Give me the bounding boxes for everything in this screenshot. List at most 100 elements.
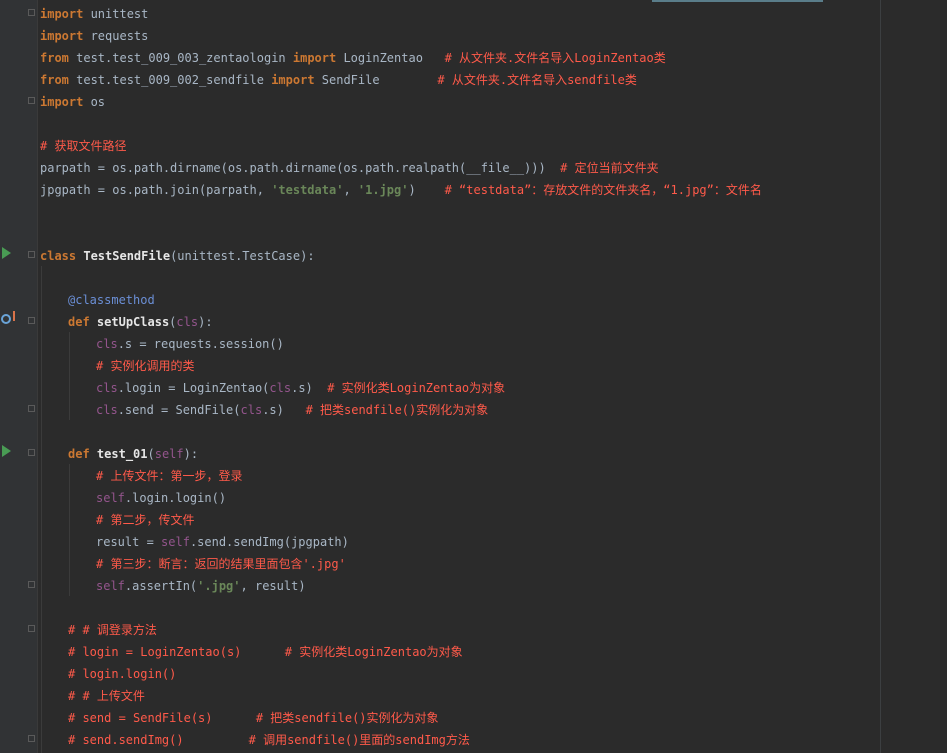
code-line-23[interactable]: self.login.login(): [96, 487, 226, 509]
token: ,: [343, 183, 358, 197]
comment: # 把类sendfile()实例化为对象: [305, 403, 489, 417]
token: , result): [240, 579, 306, 593]
token: .login.login(): [124, 491, 227, 505]
fold-class-icon[interactable]: [28, 251, 35, 258]
token: jpgpath = os.path.join(parpath,: [40, 183, 272, 197]
function-name: test_01: [96, 447, 148, 461]
token: import: [40, 7, 84, 21]
token: self: [96, 579, 125, 593]
code-line-8[interactable]: parpath = os.path.dirname(os.path.dirnam…: [40, 157, 659, 179]
code-line-12[interactable]: class TestSendFile(unittest.TestCase):: [40, 245, 315, 267]
token: .login = LoginZentao(: [117, 381, 270, 395]
decorator: @classmethod: [68, 293, 155, 307]
fold-comment-end-icon[interactable]: [28, 735, 35, 742]
token: .s = requests.session(): [117, 337, 284, 351]
token: SendFile: [314, 73, 438, 87]
code-line-33[interactable]: # send = SendFile(s) # 把类sendfile()实例化为对…: [68, 707, 439, 729]
token: cls: [96, 337, 118, 351]
token: .send.sendImg(jpgpath): [189, 535, 349, 549]
code-line-31[interactable]: # login.login(): [68, 663, 176, 685]
fold-setupclass-icon[interactable]: [28, 317, 35, 324]
token: ):: [183, 447, 199, 461]
token: .assertIn(: [124, 579, 198, 593]
code-line-29[interactable]: # # 调登录方法: [68, 619, 157, 641]
code-line-26[interactable]: # 第三步：断言：返回的结果里面包含'.jpg': [96, 553, 346, 575]
override-method-icon[interactable]: [1, 314, 11, 324]
token: (: [147, 447, 155, 461]
fold-comment-icon[interactable]: [28, 625, 35, 632]
code-line-3[interactable]: from test.test_009_003_zentaologin impor…: [40, 47, 666, 69]
code-line-34[interactable]: # send.sendImg() # 调用sendfile()里面的sendIm…: [68, 729, 470, 751]
code-line-9[interactable]: jpgpath = os.path.join(parpath, 'testdat…: [40, 179, 762, 201]
string: '.jpg': [197, 579, 241, 593]
code-line-30[interactable]: # login = LoginZentao(s) # 实例化类LoginZent…: [68, 641, 463, 663]
code-line-22[interactable]: # 上传文件：第一步，登录: [96, 465, 242, 487]
comment: # login.login(): [68, 667, 177, 681]
comment: # 上传文件：第一步，登录: [96, 469, 243, 483]
code-line-14[interactable]: @classmethod: [68, 289, 155, 311]
gutter-divider: [37, 0, 38, 753]
override-arrow-icon: [13, 311, 15, 321]
code-line-32[interactable]: # # 上传文件: [68, 685, 145, 707]
indent-guide: [69, 332, 70, 420]
comment: # 实例化类LoginZentao为对象: [327, 381, 506, 395]
code-line-25[interactable]: result = self.send.sendImg(jpgpath): [96, 531, 349, 553]
token: unittest: [83, 7, 149, 21]
token: import: [40, 95, 84, 109]
class-name: TestSendFile: [83, 249, 171, 263]
code-line-17[interactable]: # 实例化调用的类: [96, 355, 194, 377]
token: result =: [96, 535, 162, 549]
token: test.test_009_003_zentaologin: [68, 51, 293, 65]
code-editor[interactable]: import unittest import requests from tes…: [0, 0, 947, 753]
token: self: [161, 535, 190, 549]
token: cls: [176, 315, 199, 329]
code-line-27[interactable]: self.assertIn('.jpg', result): [96, 575, 306, 597]
code-line-4[interactable]: from test.test_009_002_sendfile import S…: [40, 69, 637, 91]
token: .send = SendFile(: [117, 403, 241, 417]
code-line-24[interactable]: # 第二步，传文件: [96, 509, 194, 531]
code-line-7[interactable]: # 获取文件路径: [40, 135, 126, 157]
comment: # # 调登录方法: [68, 623, 157, 637]
run-test-icon[interactable]: [2, 445, 11, 457]
comment: # “testdata”：存放文件的文件夹名，“1.jpg”：文件名: [444, 183, 762, 197]
code-line-2[interactable]: import requests: [40, 25, 148, 47]
function-name: setUpClass: [96, 315, 170, 329]
code-line-16[interactable]: cls.s = requests.session(): [96, 333, 284, 355]
code-line-18[interactable]: cls.login = LoginZentao(cls.s) # 实例化类Log…: [96, 377, 505, 399]
indent-guide: [41, 266, 42, 753]
indent-guide: [69, 464, 70, 596]
token: (unittest.TestCase):: [170, 249, 315, 263]
token: ): [408, 183, 445, 197]
comment: # 从文件夹.文件名导入LoginZentao类: [444, 51, 666, 65]
code-line-15[interactable]: def setUpClass(cls):: [68, 311, 213, 333]
token: .s): [291, 381, 328, 395]
scroll-position-marker: [652, 0, 823, 2]
comment: # 获取文件路径: [40, 139, 127, 153]
run-class-icon[interactable]: [2, 247, 11, 259]
comment: # 第三步：断言：返回的结果里面包含'.jpg': [96, 557, 346, 571]
token: import: [271, 73, 315, 87]
token: import: [40, 29, 84, 43]
string: '1.jpg': [357, 183, 409, 197]
token: from: [40, 51, 69, 65]
comment: # # 上传文件: [68, 689, 145, 703]
right-margin-guide: [880, 0, 881, 753]
fold-test01-icon[interactable]: [28, 449, 35, 456]
fold-end-test01-icon[interactable]: [28, 581, 35, 588]
editor-gutter[interactable]: [0, 0, 38, 753]
code-line-21[interactable]: def test_01(self):: [68, 443, 198, 465]
comment: # 实例化调用的类: [96, 359, 195, 373]
code-line-5[interactable]: import os: [40, 91, 105, 113]
code-line-1[interactable]: import unittest: [40, 3, 148, 25]
token: self: [96, 491, 125, 505]
token: class: [40, 249, 77, 263]
comment: # 定位当前文件夹: [560, 161, 659, 175]
fold-imports-icon[interactable]: [28, 9, 35, 16]
token: cls: [269, 381, 292, 395]
code-line-19[interactable]: cls.send = SendFile(cls.s) # 把类sendfile(…: [96, 399, 488, 421]
fold-end-setupclass-icon[interactable]: [28, 405, 35, 412]
fold-end-imports-icon[interactable]: [28, 97, 35, 104]
token: requests: [83, 29, 149, 43]
string: 'testdata': [271, 183, 344, 197]
